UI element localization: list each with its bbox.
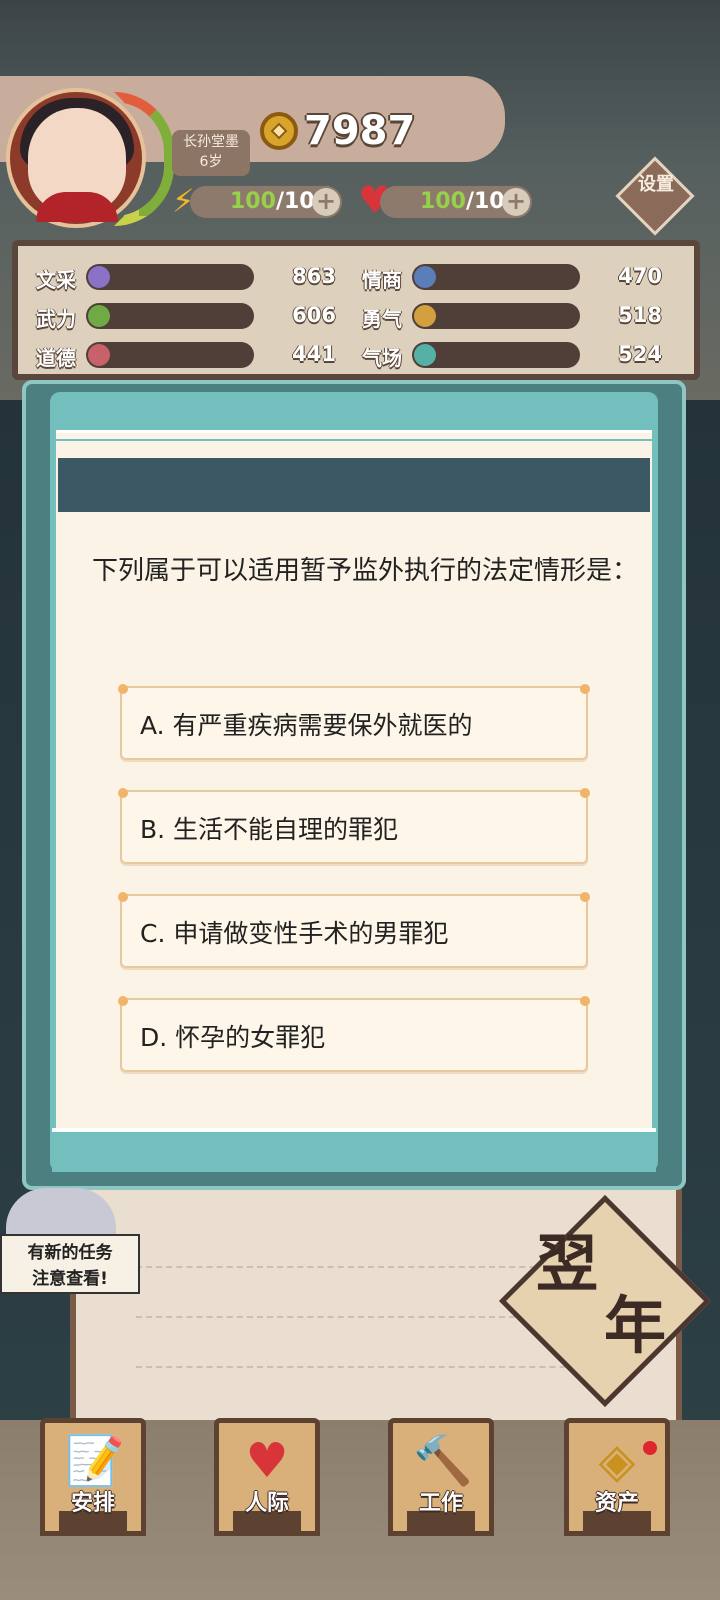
nav-assets-button[interactable]: ◈ 资产 (564, 1418, 670, 1536)
energy-current: 100 (230, 189, 276, 214)
heart-arrow-icon: ♥ (245, 1433, 289, 1489)
player-name: 长孙堂墨 (183, 134, 239, 150)
quiz-dialog-footer (52, 1128, 656, 1172)
health-current: 100 (420, 189, 466, 214)
stat-wencai: 文采 863 (36, 264, 336, 292)
option-d-button[interactable]: D. 怀孕的女罪犯 (118, 996, 590, 1072)
coin-icon (260, 112, 298, 150)
schedule-icon: 📝 (65, 1433, 125, 1489)
stat-bar (412, 264, 580, 290)
stat-bar (86, 264, 254, 290)
nav-relations-button[interactable]: ♥ 人际 (214, 1418, 320, 1536)
stat-daode: 道德 441 (36, 342, 336, 370)
quiz-question: 下列属于可以适用暂予监外执行的法定情形是： (92, 556, 639, 586)
add-health-button[interactable]: + (502, 188, 530, 216)
stat-bar (412, 342, 580, 368)
character-portrait (6, 1188, 116, 1234)
nav-schedule-button[interactable]: 📝 安排 (40, 1418, 146, 1536)
settings-label: 设置 (638, 174, 674, 195)
stat-bar (86, 342, 254, 368)
stat-wuli: 武力 606 (36, 303, 336, 331)
player-age: 6岁 (199, 154, 223, 170)
health-pill: 100/100 + (380, 186, 532, 218)
option-b-button[interactable]: B. 生活不能自理的罪犯 (118, 788, 590, 864)
coin-count: 7987 (304, 108, 416, 154)
stat-bar (86, 303, 254, 329)
stat-bar (412, 303, 580, 329)
coin-icon: ◈ (598, 1433, 636, 1489)
stats-panel: 文采 863 情商 470 武力 606 勇气 518 道德 441 气场 52… (12, 240, 700, 380)
hammer-icon: 🔨 (413, 1433, 473, 1489)
task-notice[interactable]: 有新的任务 注意查看! (0, 1234, 140, 1294)
nav-work-button[interactable]: 🔨 工作 (388, 1418, 494, 1536)
stat-yongqi: 勇气 518 (362, 303, 662, 331)
notification-badge (643, 1441, 657, 1455)
option-a-button[interactable]: A. 有严重疾病需要保外就医的 (118, 684, 590, 760)
quiz-title-bar (58, 458, 650, 512)
name-plate: 长孙堂墨 6岁 (172, 130, 250, 176)
stat-qingshang: 情商 470 (362, 264, 662, 292)
energy-pill: 100/100 + (190, 186, 342, 218)
stat-qichang: 气场 524 (362, 342, 662, 370)
option-c-button[interactable]: C. 申请做变性手术的男罪犯 (118, 892, 590, 968)
add-energy-button[interactable]: + (312, 188, 340, 216)
